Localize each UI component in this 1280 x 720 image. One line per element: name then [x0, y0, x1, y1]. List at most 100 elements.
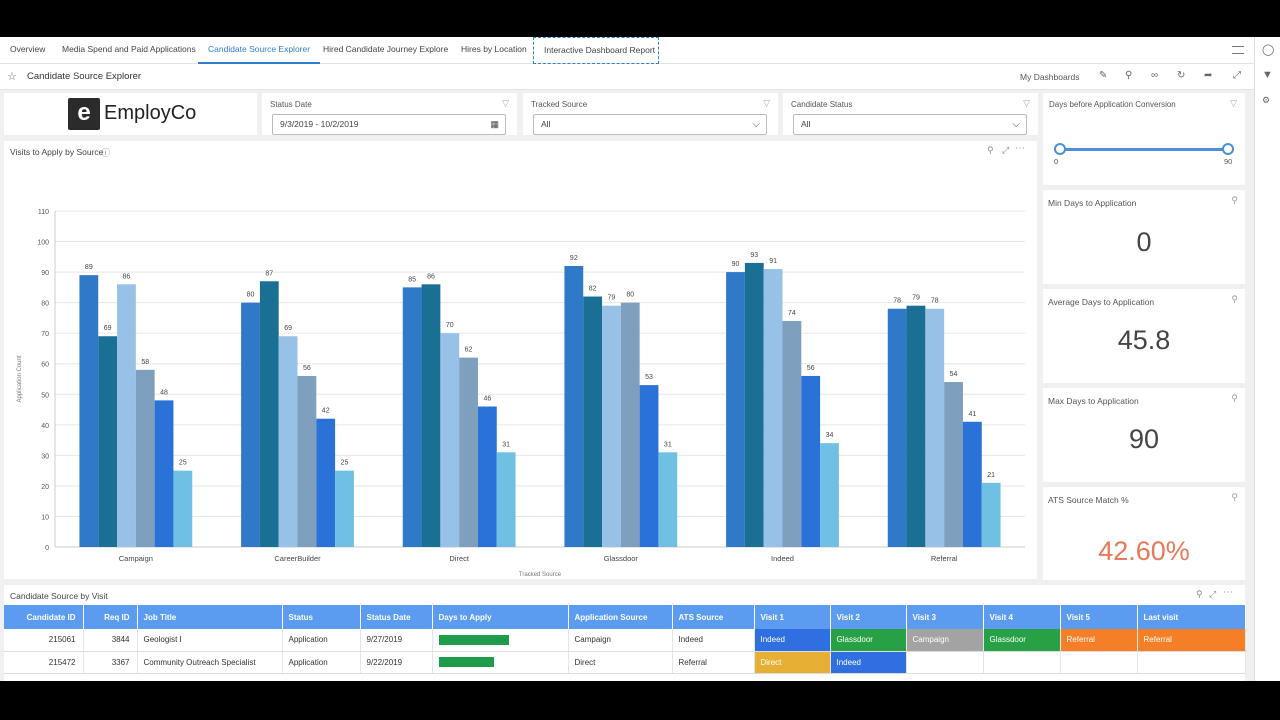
tab-interactive-dashboard-report[interactable]: Interactive Dashboard Report — [533, 37, 659, 64]
edit-icon[interactable]: ✎ — [1099, 70, 1107, 81]
table-body: 215061 3844 Geologist I Application 9/27/201… — [4, 629, 1246, 674]
pin-icon[interactable]: ⚲ — [1125, 70, 1132, 81]
brand-name: EmployCo — [104, 102, 197, 124]
filter-funnel-icon[interactable]: ▽ — [1023, 98, 1030, 109]
filter-icon[interactable]: ▼ — [1262, 69, 1273, 81]
column-header[interactable]: Visit 2 — [830, 605, 907, 629]
kpi-label: Average Days to Application — [1048, 297, 1155, 307]
column-header[interactable]: Last visit — [1137, 605, 1246, 629]
status-date-cell: 9/27/2019 — [360, 629, 433, 652]
candidate-status-filter-card: Candidate Status ▽ All ⌵ — [783, 93, 1038, 135]
bar — [241, 302, 260, 547]
filter-funnel-icon[interactable]: ▽ — [1230, 98, 1237, 109]
favorite-star-icon[interactable]: ☆ — [7, 70, 17, 83]
job-title-cell: Geologist I — [137, 629, 283, 652]
pin-icon[interactable]: ⚲ — [1231, 294, 1238, 305]
column-header[interactable]: Visit 3 — [906, 605, 984, 629]
bar — [726, 272, 745, 547]
tracked-source-filter-card: Tracked Source ▽ All ⌵ — [523, 93, 778, 135]
column-header[interactable]: Visit 4 — [983, 605, 1061, 629]
visit-cell: Referral — [1137, 629, 1246, 652]
column-header[interactable]: Days to Apply — [432, 605, 569, 629]
more-options-icon[interactable]: ⋯ — [1223, 587, 1233, 598]
candidate-status-select[interactable]: All ⌵ — [793, 114, 1027, 135]
dashboard-app: Overview Media Spend and Paid Applicatio… — [0, 37, 1280, 681]
chart-card: Visits to Apply by Source ⓘ ⚲ ⤢ ⋯ 0 10 20 3… — [4, 141, 1037, 579]
data-label: 90 — [732, 261, 740, 268]
expand-icon[interactable]: ⤢ — [1209, 589, 1216, 600]
bar — [925, 308, 945, 547]
refresh-icon[interactable]: ↻ — [1177, 70, 1185, 81]
bar — [801, 375, 821, 547]
days-to-apply-bar — [438, 634, 509, 645]
data-label: 82 — [589, 286, 597, 293]
table-title: Candidate Source by Visit — [10, 591, 108, 601]
filter-funnel-icon[interactable]: ▽ — [502, 98, 509, 109]
kpi-label: ATS Source Match % — [1048, 495, 1129, 505]
y-tick-label: 20 — [41, 484, 49, 491]
comment-icon[interactable]: ◯ — [1262, 43, 1274, 56]
bar — [620, 302, 640, 547]
bar — [421, 284, 441, 547]
ats-source-cell: Indeed — [672, 629, 755, 652]
table-row[interactable]: 215472 3367 Community Outreach Specialist A… — [4, 651, 1246, 674]
data-label: 79 — [912, 295, 920, 302]
my-dashboards-link[interactable]: My Dashboards — [1020, 72, 1080, 82]
filter-funnel-icon[interactable]: ▽ — [763, 98, 770, 109]
days-conversion-filter-card: Days before Application Conversion ▽ 0 9… — [1043, 93, 1245, 185]
slider-max-handle[interactable] — [1222, 143, 1234, 155]
column-header[interactable]: Candidate ID — [4, 605, 84, 629]
column-header[interactable]: Visit 1 — [754, 605, 831, 629]
column-header[interactable]: Job Title — [137, 605, 283, 629]
bar — [981, 482, 1001, 547]
x-tick-label: CareerBuilder — [274, 554, 321, 563]
data-label: 31 — [502, 441, 510, 448]
x-tick-label: Campaign — [119, 554, 153, 563]
link-icon[interactable]: ∞ — [1151, 70, 1158, 81]
tab-hired-candidate-journey[interactable]: Hired Candidate Journey Explore — [323, 37, 448, 64]
logo-card: e EmployCo — [4, 93, 257, 135]
pin-icon[interactable]: ⚲ — [1196, 589, 1203, 600]
column-header[interactable]: Application Source — [568, 605, 673, 629]
column-header[interactable]: ATS Source — [672, 605, 755, 629]
y-tick-label: 40 — [41, 423, 49, 430]
column-header[interactable]: Status Date — [360, 605, 433, 629]
calendar-icon[interactable]: ▦ — [490, 115, 499, 134]
tab-overview[interactable]: Overview — [10, 37, 45, 64]
tab-candidate-source-explorer[interactable]: Candidate Source Explorer — [198, 37, 321, 64]
pin-icon[interactable]: ⚲ — [1231, 195, 1238, 206]
visit-cell: Glassdoor — [830, 629, 907, 652]
pin-icon[interactable]: ⚲ — [1231, 492, 1238, 503]
kpi-ats-match-card: ATS Source Match % ⚲ 42.60% — [1043, 487, 1245, 580]
y-axis-label: Application Count — [17, 355, 23, 402]
pin-icon[interactable]: ⚲ — [1231, 393, 1238, 404]
bar — [496, 452, 516, 547]
share-icon[interactable]: ➦ — [1204, 70, 1212, 81]
slider-min-handle[interactable] — [1054, 143, 1066, 155]
y-tick-label: 10 — [41, 514, 49, 521]
employco-logo-icon: e — [68, 98, 100, 130]
bar-chart: 0 10 20 30 40 50 60 70 80 90 100 110 89 69 86 58 48 25 Cam… — [17, 209, 1025, 578]
slider-track[interactable] — [1060, 148, 1228, 151]
tracked-source-select[interactable]: All ⌵ — [533, 114, 767, 135]
tab-hires-by-location[interactable]: Hires by Location — [461, 37, 527, 64]
tab-media-spend[interactable]: Media Spend and Paid Applications — [62, 37, 196, 64]
status-date-input[interactable]: 9/3/2019 - 10/2/2019 ▦ — [272, 114, 506, 135]
menu-icon[interactable] — [1232, 46, 1244, 54]
settings-icon[interactable]: ⚙ — [1262, 95, 1270, 106]
data-label: 62 — [465, 347, 473, 354]
visit-cell: Indeed — [754, 629, 831, 652]
column-header[interactable]: Req ID — [83, 605, 138, 629]
visit-cell — [1137, 651, 1246, 674]
column-header[interactable]: Visit 5 — [1060, 605, 1138, 629]
days-to-apply-cell — [432, 629, 569, 652]
visit-cell: Glassdoor — [983, 629, 1061, 652]
req-id-cell: 3367 — [83, 651, 138, 674]
bar — [297, 375, 317, 547]
data-label: 92 — [570, 255, 578, 262]
table-row[interactable]: 215061 3844 Geologist I Application 9/27/201… — [4, 629, 1246, 652]
expand-icon[interactable]: ⤢ — [1233, 70, 1241, 81]
bar — [658, 452, 678, 547]
data-label: 87 — [265, 270, 273, 277]
column-header[interactable]: Status — [282, 605, 361, 629]
